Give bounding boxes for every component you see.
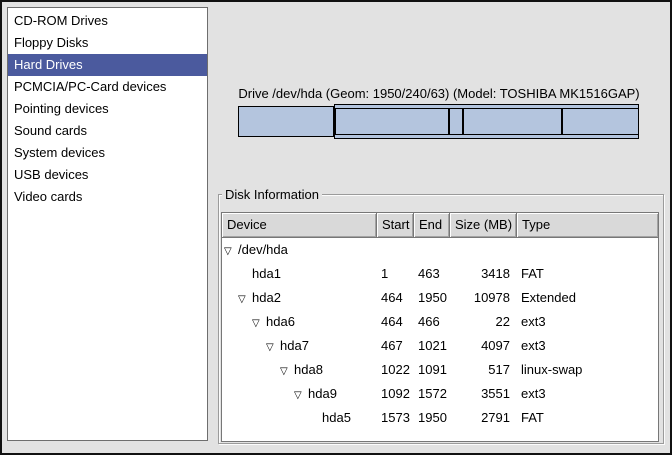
table-row--dev-hda[interactable]: ▽/dev/hda — [222, 238, 658, 262]
sidebar-item-pointing-devices[interactable]: Pointing devices — [8, 98, 207, 120]
sidebar-item-sound-cards[interactable]: Sound cards — [8, 120, 207, 142]
size-cell: 4097 — [450, 334, 517, 358]
expander-open-icon[interactable]: ▽ — [280, 360, 294, 382]
size-cell: 517 — [450, 358, 517, 382]
sidebar-item-system-devices[interactable]: System devices — [8, 142, 207, 164]
partition-diagram — [238, 104, 639, 139]
sidebar-item-hard-drives[interactable]: Hard Drives — [8, 54, 207, 76]
column-header-end[interactable]: End — [414, 213, 450, 238]
device-cell: hda1 — [222, 262, 377, 286]
partition-segment-hda1 — [238, 106, 334, 137]
device-name: hda1 — [252, 266, 281, 281]
type-cell — [517, 238, 658, 262]
expander-open-icon[interactable]: ▽ — [238, 288, 252, 310]
column-header-start[interactable]: Start — [377, 213, 414, 238]
type-cell: linux-swap — [517, 358, 658, 382]
start-cell: 464 — [377, 286, 414, 310]
device-cell: ▽hda6 — [222, 310, 377, 334]
sidebar-item-video-cards[interactable]: Video cards — [8, 186, 207, 208]
table-row-hda9[interactable]: ▽hda9109215723551ext3 — [222, 382, 658, 406]
size-cell: 10978 — [450, 286, 517, 310]
partition-segment-hda8 — [449, 108, 463, 135]
type-cell: ext3 — [517, 310, 658, 334]
size-cell — [450, 238, 517, 262]
column-header-device[interactable]: Device — [222, 213, 377, 238]
start-cell: 1022 — [377, 358, 414, 382]
device-cell: ▽hda7 — [222, 334, 377, 358]
device-name: hda2 — [252, 290, 281, 305]
end-cell: 1950 — [414, 286, 450, 310]
device-name: hda9 — [308, 386, 337, 401]
table-row-hda1[interactable]: hda1 14633418FAT — [222, 262, 658, 286]
partition-segment-hda5 — [562, 108, 639, 135]
start-cell: 464 — [377, 310, 414, 334]
expander-open-icon[interactable]: ▽ — [294, 384, 308, 406]
end-cell: 1572 — [414, 382, 450, 406]
device-name: /dev/hda — [238, 242, 288, 257]
hardware-browser-window: CD-ROM DrivesFloppy DisksHard DrivesPCMC… — [0, 0, 672, 455]
type-cell: FAT — [517, 262, 658, 286]
size-cell: 2791 — [450, 406, 517, 430]
sidebar-item-cd-rom-drives[interactable]: CD-ROM Drives — [8, 10, 207, 32]
device-category-list: CD-ROM DrivesFloppy DisksHard DrivesPCMC… — [7, 7, 208, 441]
sidebar-item-usb-devices[interactable]: USB devices — [8, 164, 207, 186]
device-name: hda7 — [280, 338, 309, 353]
size-cell: 3551 — [450, 382, 517, 406]
table-row-hda5[interactable]: hda5 157319502791FAT — [222, 406, 658, 430]
sidebar-item-pcmcia-pc-card-devices[interactable]: PCMCIA/PC-Card devices — [8, 76, 207, 98]
expander-open-icon[interactable]: ▽ — [252, 312, 266, 334]
end-cell: 1021 — [414, 334, 450, 358]
disk-table-body: ▽/dev/hdahda114633418FAT▽hda246419501097… — [222, 238, 658, 430]
table-row-hda7[interactable]: ▽hda746710214097ext3 — [222, 334, 658, 358]
drive-title: Drive /dev/hda (Geom: 1950/240/63) (Mode… — [220, 86, 658, 101]
disk-table: Device Start End Size (MB) Type ▽/dev/hd… — [221, 212, 659, 442]
disk-table-header: Device Start End Size (MB) Type — [222, 213, 658, 238]
device-cell: ▽/dev/hda — [222, 238, 377, 262]
expander-open-icon[interactable]: ▽ — [266, 336, 280, 358]
expander-open-icon[interactable]: ▽ — [224, 240, 238, 262]
size-cell: 22 — [450, 310, 517, 334]
end-cell — [414, 238, 450, 262]
device-cell: hda5 — [222, 406, 377, 430]
table-row-hda6[interactable]: ▽hda646446622ext3 — [222, 310, 658, 334]
start-cell: 467 — [377, 334, 414, 358]
end-cell: 1950 — [414, 406, 450, 430]
end-cell: 463 — [414, 262, 450, 286]
disk-information-label: Disk Information — [222, 187, 322, 202]
column-header-size[interactable]: Size (MB) — [450, 213, 517, 238]
partition-segment-hda7 — [335, 108, 449, 135]
start-cell: 1573 — [377, 406, 414, 430]
start-cell: 1 — [377, 262, 414, 286]
type-cell: ext3 — [517, 334, 658, 358]
device-name: hda6 — [266, 314, 295, 329]
table-row-hda2[interactable]: ▽hda2464195010978Extended — [222, 286, 658, 310]
device-name: hda8 — [294, 362, 323, 377]
column-header-type[interactable]: Type — [517, 213, 658, 238]
sidebar-item-floppy-disks[interactable]: Floppy Disks — [8, 32, 207, 54]
start-cell — [377, 238, 414, 262]
device-cell: ▽hda8 — [222, 358, 377, 382]
type-cell: ext3 — [517, 382, 658, 406]
type-cell: FAT — [517, 406, 658, 430]
device-name: hda5 — [322, 410, 351, 425]
table-row-hda8[interactable]: ▽hda810221091517linux-swap — [222, 358, 658, 382]
end-cell: 466 — [414, 310, 450, 334]
sidebar-items-host: CD-ROM DrivesFloppy DisksHard DrivesPCMC… — [8, 10, 207, 208]
start-cell: 1092 — [377, 382, 414, 406]
end-cell: 1091 — [414, 358, 450, 382]
partition-segment-hda9 — [463, 108, 562, 135]
device-cell: ▽hda9 — [222, 382, 377, 406]
device-cell: ▽hda2 — [222, 286, 377, 310]
type-cell: Extended — [517, 286, 658, 310]
size-cell: 3418 — [450, 262, 517, 286]
